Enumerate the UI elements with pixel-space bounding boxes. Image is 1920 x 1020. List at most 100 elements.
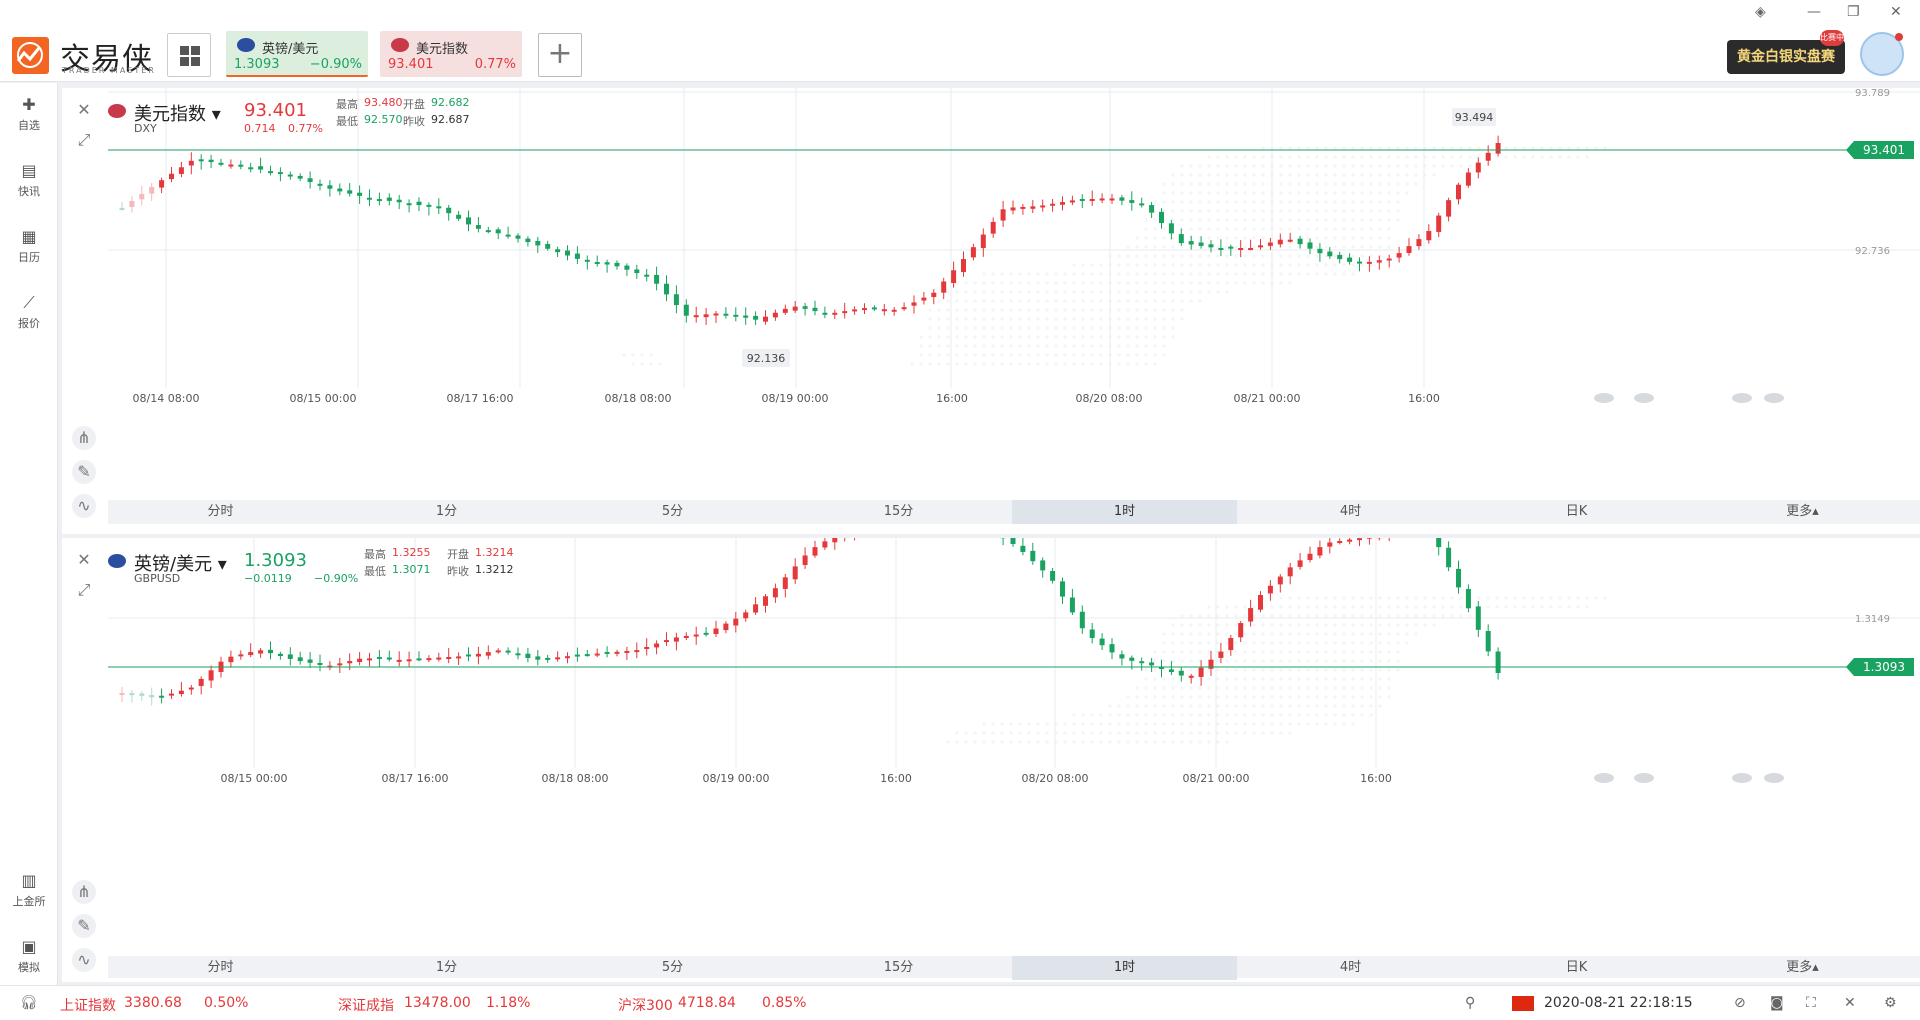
timeframe-tab[interactable]: 日K [1464, 500, 1689, 524]
timeframe-tab[interactable]: 5分 [560, 956, 785, 980]
candle [396, 651, 402, 667]
quote-tab-pct: 0.77% [474, 57, 516, 72]
restore-icon[interactable]: ❐ [1847, 4, 1860, 20]
candlestick-chart-gbpusd[interactable]: 1.33261.31491.30931.32708/15 00:0008/17 … [62, 538, 1920, 982]
candle [1307, 238, 1313, 255]
quote-tab-gbpusd[interactable]: 英镑/美元 1.3093 −0.90% [226, 31, 368, 77]
draw-pen-icon[interactable]: ✎ [72, 460, 96, 484]
candle-body [772, 312, 778, 318]
candle-body [1287, 567, 1293, 577]
settings-gear-icon[interactable]: ⚙ [1884, 995, 1897, 1011]
candle [555, 246, 561, 257]
timeframe-tab[interactable]: 分时 [108, 500, 333, 524]
expand-chart-icon[interactable]: ⤢ [72, 128, 96, 152]
candle [1208, 650, 1214, 677]
candle [1366, 538, 1372, 545]
candle-body [941, 281, 947, 293]
timeframe-tab[interactable]: 更多▴ [1690, 956, 1915, 980]
candle [307, 171, 313, 189]
quote-chart-icon: ⟋ [23, 293, 35, 312]
candle [1485, 624, 1491, 657]
candle-body [357, 658, 363, 662]
add-quote-button[interactable]: + [538, 33, 582, 77]
headset-icon[interactable]: 🎧︎ [20, 995, 38, 1011]
candle [129, 195, 135, 213]
indicator-icon[interactable]: ⋔ [72, 426, 96, 450]
sidebar-item-news[interactable]: ▤ 快讯 [0, 163, 58, 199]
timeframe-tab[interactable]: 1分 [334, 500, 559, 524]
candle-body [733, 618, 739, 626]
chart-type-icon[interactable]: ∿ [72, 494, 96, 518]
skin-icon[interactable]: ◈ [1755, 4, 1766, 20]
network-icon[interactable]: ⚲ [1465, 995, 1475, 1011]
timeframe-tab[interactable]: 4时 [1238, 500, 1463, 524]
candle [1089, 190, 1095, 206]
candle [139, 691, 145, 701]
candle-body [723, 623, 729, 631]
timeframe-tab[interactable]: 日K [1464, 956, 1689, 980]
candle [693, 626, 699, 645]
timeframe-tab[interactable]: 1时 [1012, 956, 1237, 980]
timeframe-tab[interactable]: 15分 [786, 956, 1011, 980]
candle [466, 210, 471, 232]
candle [386, 650, 392, 662]
candle [634, 642, 640, 659]
candle-body [169, 693, 174, 696]
candle-body [1248, 608, 1254, 622]
indicator-icon[interactable]: ⋔ [72, 880, 96, 904]
candle [713, 310, 719, 323]
sidebar-item-label: 模拟 [18, 961, 40, 974]
candle-body [139, 693, 145, 696]
close-chart-icon[interactable]: ✕ [72, 548, 96, 572]
camera-icon[interactable]: ◙ [1770, 995, 1784, 1011]
sidebar-item-simulate[interactable]: ▣ 模拟 [0, 939, 58, 975]
candle-body [456, 656, 462, 659]
open-label: 开盘 [447, 548, 469, 561]
candle-body [1406, 246, 1412, 253]
candle [1168, 661, 1174, 676]
candle-body [228, 164, 234, 167]
candle-body [792, 306, 798, 311]
candle [376, 650, 382, 668]
draw-pen-icon[interactable]: ✎ [72, 914, 96, 938]
timeframe-bar: 分时 1分 5分 15分 1时 4时 日K 更多▴ [108, 500, 1920, 524]
sidebar-item-calendar[interactable]: ▦ 日历 [0, 229, 58, 265]
layout-grid-button[interactable] [167, 33, 211, 77]
sidebar-item-watchlist[interactable]: ✚ 自选 [0, 97, 58, 133]
index-name[interactable]: 上证指数 [60, 995, 116, 1015]
fullscreen-icon[interactable]: ⛶ [1806, 995, 1816, 1011]
sidebar-item-sge[interactable]: ▥ 上金所 [0, 873, 58, 909]
timeframe-tab[interactable]: 分时 [108, 956, 333, 980]
mute-icon[interactable]: ✕ [1844, 995, 1856, 1011]
minimize-icon[interactable]: — [1807, 4, 1821, 20]
min-price-tag: 92.136 [742, 349, 790, 367]
timeframe-tab[interactable]: 4时 [1238, 956, 1463, 980]
expand-chart-icon[interactable]: ⤢ [72, 578, 96, 602]
timeframe-tab[interactable]: 1分 [334, 956, 559, 980]
candle [970, 243, 976, 261]
chart-type-icon[interactable]: ∿ [72, 948, 96, 972]
index-name[interactable]: 深证成指 [338, 995, 394, 1015]
x-axis-label: 08/14 08:00 [133, 392, 200, 405]
candle-body [881, 309, 887, 312]
quote-tab-dxy[interactable]: 美元指数 93.401 0.77% [380, 31, 522, 77]
timeframe-tab[interactable]: 5分 [560, 500, 785, 524]
candle-body [614, 262, 620, 267]
candle [614, 260, 620, 270]
candle [1396, 246, 1402, 263]
sidebar-item-quotes[interactable]: ⟋ 报价 [0, 295, 58, 331]
timeframe-tab[interactable]: 更多▴ [1690, 500, 1915, 524]
candle-body [753, 604, 759, 613]
close-chart-icon[interactable]: ✕ [72, 98, 96, 122]
candlestick-chart-dxy[interactable]: 93.789 92.736 93.401 93.494 92.136 08/14 08:0… [62, 88, 1920, 534]
index-name[interactable]: 沪深300 [618, 995, 673, 1015]
lock-icon[interactable]: ⊘ [1734, 995, 1746, 1011]
candle [644, 638, 650, 656]
close-window-icon[interactable]: ✕ [1890, 4, 1902, 20]
candle-body [862, 308, 867, 311]
candle-body [604, 262, 610, 265]
candle [723, 307, 729, 319]
timeframe-tab[interactable]: 15分 [786, 500, 1011, 524]
candle-body [1109, 198, 1115, 201]
timeframe-tab[interactable]: 1时 [1012, 500, 1237, 524]
